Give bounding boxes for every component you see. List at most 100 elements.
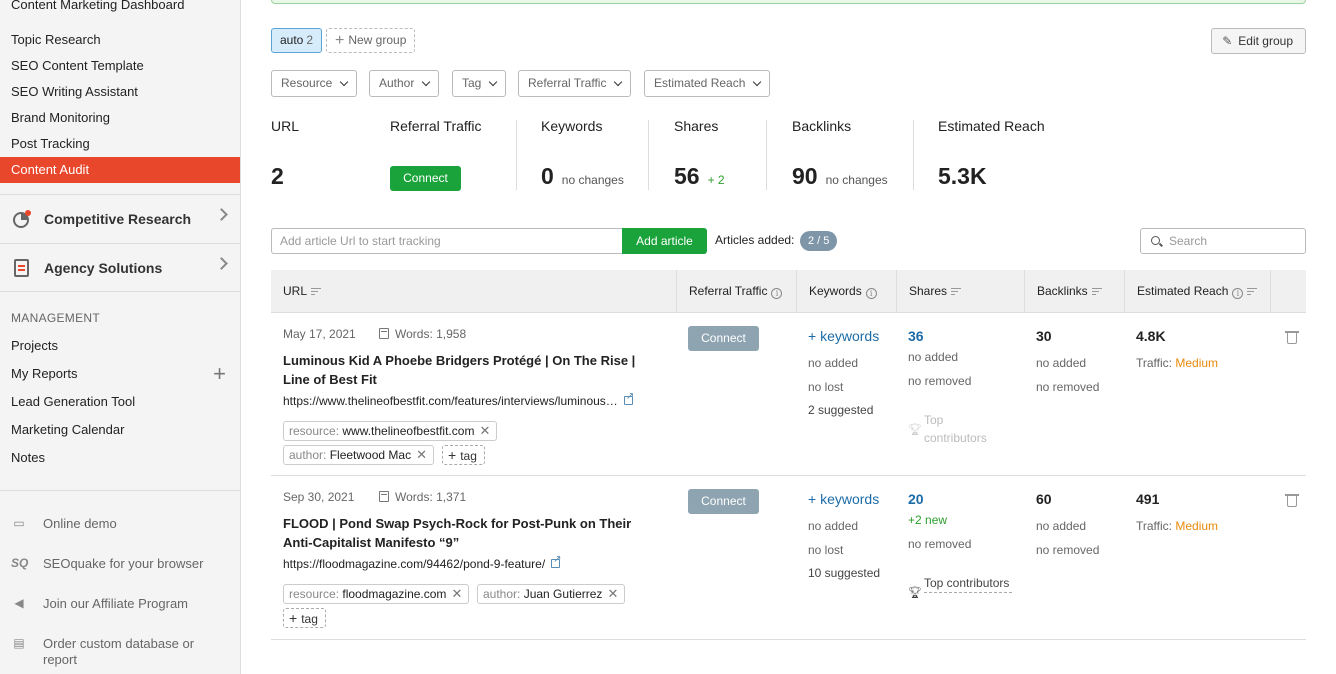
chevron-right-icon bbox=[215, 257, 228, 270]
sidebar-item-content-audit[interactable]: Content Audit bbox=[0, 157, 240, 183]
article-url-text: https://floodmagazine.com/94462/pond-9-f… bbox=[283, 557, 546, 571]
connect-button[interactable]: Connect bbox=[390, 166, 461, 191]
sidebar-item-my-reports[interactable]: My Reports bbox=[0, 361, 240, 387]
article-title[interactable]: FLOOD | Pond Swap Psych-Rock for Post-Pu… bbox=[283, 514, 663, 552]
external-link-icon[interactable] bbox=[623, 391, 634, 405]
metric-keywords: Keywords 0 no changes bbox=[541, 118, 624, 193]
sidebar-item-seo-content-template[interactable]: SEO Content Template bbox=[0, 53, 240, 79]
remove-icon[interactable]: ✕ bbox=[416, 446, 427, 464]
article-url[interactable]: https://floodmagazine.com/94462/pond-9-f… bbox=[283, 554, 562, 571]
column-header-referral-traffic[interactable]: Referral Traffic i bbox=[677, 270, 797, 313]
chevron-down-icon bbox=[753, 77, 762, 87]
backlinks-value: 30 bbox=[1036, 328, 1052, 344]
resource-chip[interactable]: resource: floodmagazine.com ✕ bbox=[283, 584, 470, 604]
filter-label: Referral Traffic bbox=[528, 76, 607, 90]
footer-affiliate[interactable]: ◀ Join our Affiliate Program bbox=[11, 596, 231, 612]
sort-icon[interactable] bbox=[951, 287, 962, 296]
connect-button[interactable]: Connect bbox=[688, 489, 759, 514]
group-tab-auto[interactable]: auto 2 bbox=[271, 28, 323, 53]
sidebar-item-marketing-calendar[interactable]: Marketing Calendar bbox=[0, 417, 240, 443]
add-report-icon[interactable]: + bbox=[213, 363, 226, 385]
sidebar-item-topic-research[interactable]: Topic Research bbox=[0, 27, 240, 53]
metric-label: Shares bbox=[674, 118, 719, 134]
chip-key: author: bbox=[289, 448, 327, 462]
sidebar-item-seo-writing-assistant[interactable]: SEO Writing Assistant bbox=[0, 79, 240, 105]
sort-icon[interactable] bbox=[1247, 287, 1258, 296]
column-header-estimated-reach[interactable]: Estimated Reach i bbox=[1125, 270, 1271, 313]
filter-resource[interactable]: Resource bbox=[271, 70, 358, 97]
article-url-input[interactable]: Add article Url to start tracking bbox=[271, 228, 623, 254]
metric-value: 2 bbox=[271, 163, 284, 189]
footer-seoquake[interactable]: SQ SEOquake for your browser bbox=[11, 556, 231, 572]
sidebar-section-agency-solutions[interactable]: Agency Solutions bbox=[0, 243, 240, 291]
plus-icon: + bbox=[448, 447, 457, 463]
info-icon[interactable]: i bbox=[1232, 288, 1244, 299]
keywords-suggested[interactable]: 2 suggested bbox=[808, 403, 873, 417]
metric-sub: no changes bbox=[825, 173, 888, 187]
keywords-suggested[interactable]: 10 suggested bbox=[808, 566, 880, 580]
info-icon[interactable]: i bbox=[771, 288, 783, 299]
article-title[interactable]: Luminous Kid A Phoebe Bridgers Protégé |… bbox=[283, 351, 663, 389]
metric-label: Estimated Reach bbox=[938, 118, 1045, 134]
filter-tag[interactable]: Tag bbox=[452, 70, 507, 97]
add-keywords-link[interactable]: + keywords bbox=[808, 328, 879, 344]
footer-label: Order custom database or report bbox=[43, 636, 195, 667]
add-keywords-link[interactable]: + keywords bbox=[808, 491, 879, 507]
sidebar-divider bbox=[0, 490, 240, 491]
sidebar-item-content-marketing-dashboard[interactable]: Content Marketing Dashboard bbox=[0, 0, 240, 18]
sidebar-item-brand-monitoring[interactable]: Brand Monitoring bbox=[0, 105, 240, 131]
resource-chip[interactable]: resource: www.thelineofbestfit.com ✕ bbox=[283, 421, 498, 441]
column-header-keywords[interactable]: Keywords i bbox=[797, 270, 897, 313]
metric-url: URL 2 bbox=[271, 118, 299, 193]
column-header-backlinks[interactable]: Backlinks bbox=[1025, 270, 1125, 313]
backlinks-value: 60 bbox=[1036, 491, 1052, 507]
remove-icon[interactable]: ✕ bbox=[452, 585, 463, 603]
table-row: Sep 30, 2021 Words: 1,371 FLOOD | Pond S… bbox=[271, 476, 1306, 640]
shares-new: +2 new bbox=[908, 513, 948, 527]
column-header-url[interactable]: URL bbox=[271, 270, 677, 313]
sidebar-item-notes[interactable]: Notes bbox=[0, 445, 240, 471]
shares-value[interactable]: 36 bbox=[908, 328, 924, 344]
plus-icon: + bbox=[289, 610, 298, 626]
filter-label: Estimated Reach bbox=[654, 76, 746, 90]
article-words: Words: 1,958 bbox=[379, 327, 466, 341]
filter-referral-traffic[interactable]: Referral Traffic bbox=[518, 70, 632, 97]
keywords-lost: no lost bbox=[808, 380, 844, 394]
remove-icon[interactable]: ✕ bbox=[608, 585, 619, 603]
add-tag-button[interactable]: + tag bbox=[442, 445, 485, 465]
add-article-button[interactable]: Add article bbox=[622, 228, 707, 254]
shares-value[interactable]: 20 bbox=[908, 491, 924, 507]
filter-estimated-reach[interactable]: Estimated Reach bbox=[644, 70, 771, 97]
column-header-shares[interactable]: Shares bbox=[897, 270, 1025, 313]
sidebar-item-lead-generation-tool[interactable]: Lead Generation Tool bbox=[0, 389, 240, 415]
author-chip[interactable]: author: Juan Gutierrez ✕ bbox=[477, 584, 626, 604]
sidebar-section-competitive-research[interactable]: Competitive Research bbox=[0, 194, 240, 242]
article-url[interactable]: https://www.thelineofbestfit.com/feature… bbox=[283, 391, 634, 408]
filter-author[interactable]: Author bbox=[369, 70, 440, 97]
sidebar-item-projects[interactable]: Projects bbox=[0, 333, 240, 359]
sidebar-item-post-tracking[interactable]: Post Tracking bbox=[0, 131, 240, 157]
article-date: Sep 30, 2021 bbox=[283, 490, 355, 504]
sort-icon[interactable] bbox=[1091, 287, 1102, 296]
shares-added: no added bbox=[908, 350, 959, 364]
search-input[interactable]: Search bbox=[1140, 228, 1306, 254]
article-words: Words: 1,371 bbox=[379, 490, 466, 504]
trash-icon[interactable] bbox=[1285, 331, 1299, 344]
add-tag-button[interactable]: + tag bbox=[283, 608, 326, 628]
edit-group-button[interactable]: ✎ Edit group bbox=[1211, 28, 1306, 54]
external-link-icon[interactable] bbox=[551, 554, 562, 568]
footer-online-demo[interactable]: ▭ Online demo bbox=[11, 516, 231, 532]
info-icon[interactable]: i bbox=[865, 288, 877, 299]
footer-order-database[interactable]: ▤ Order custom database or report bbox=[11, 636, 231, 668]
trash-icon[interactable] bbox=[1285, 494, 1299, 507]
new-group-button[interactable]: + New group bbox=[326, 28, 416, 53]
header-label: Estimated Reach bbox=[1137, 284, 1229, 298]
author-chip[interactable]: author: Fleetwood Mac ✕ bbox=[283, 445, 435, 465]
top-contributors[interactable]: Top contributors bbox=[924, 574, 1012, 593]
footer-label: SEOquake for your browser bbox=[43, 556, 204, 571]
sort-icon[interactable] bbox=[311, 287, 322, 296]
search-placeholder: Search bbox=[1169, 234, 1208, 248]
connect-button[interactable]: Connect bbox=[688, 326, 759, 351]
remove-icon[interactable]: ✕ bbox=[480, 422, 491, 440]
pie-chart-icon bbox=[13, 209, 31, 228]
